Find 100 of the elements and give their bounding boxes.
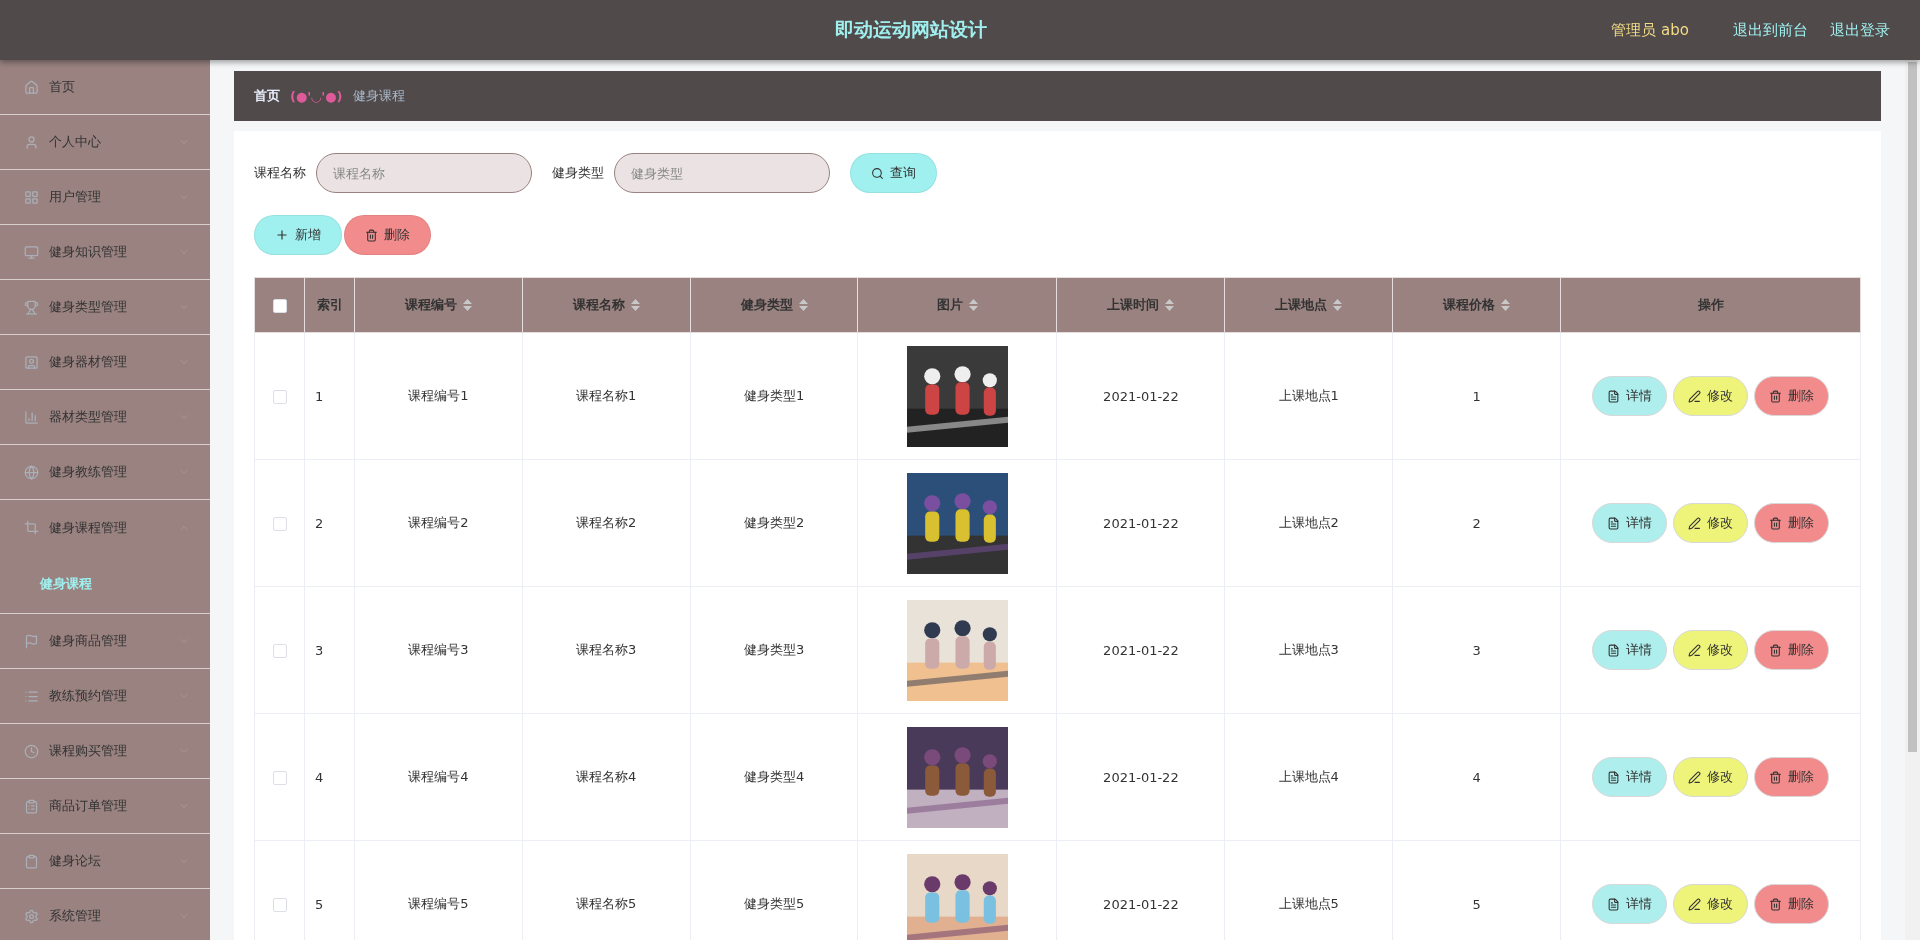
table-cell: 2021-01-22 (1103, 515, 1179, 531)
row-checkbox[interactable] (272, 389, 287, 404)
trash-icon (365, 228, 378, 242)
pen-icon (1688, 770, 1701, 784)
delete-button[interactable]: 删除 (1754, 884, 1829, 924)
sidebar-item[interactable]: 健身课程管理 (0, 500, 210, 555)
table-cell: 上课地点2 (1278, 515, 1339, 530)
sort-icon[interactable] (1165, 299, 1175, 311)
sidebar-item[interactable]: 用户管理 (0, 170, 210, 225)
column-header: 索引 (316, 296, 343, 314)
column-header[interactable]: 健身类型 (740, 296, 808, 314)
sidebar-item[interactable]: 首页 (0, 60, 210, 115)
edit-button[interactable]: 修改 (1673, 376, 1748, 416)
sidebar-item[interactable]: 个人中心 (0, 115, 210, 170)
user-card-icon (24, 354, 39, 370)
sidebar-item[interactable]: 健身器材管理 (0, 335, 210, 390)
table-cell: 3 (1472, 642, 1481, 658)
flag-icon (24, 633, 39, 649)
sidebar-item[interactable]: 健身商品管理 (0, 614, 210, 669)
table-cell: 2021-01-22 (1103, 642, 1179, 658)
table-cell: 课程名称2 (576, 515, 637, 530)
table-cell: 1 (1472, 388, 1481, 404)
delete-button[interactable]: 删除 (344, 215, 431, 255)
pen-icon (1688, 516, 1701, 530)
delete-button[interactable]: 删除 (1754, 503, 1829, 543)
table-cell: 2 (315, 515, 324, 531)
column-header: 操作 (1697, 296, 1724, 314)
delete-button[interactable]: 删除 (1754, 630, 1829, 670)
delete-button[interactable]: 删除 (1754, 376, 1829, 416)
details-button[interactable]: 详情 (1592, 630, 1667, 670)
monitor-icon (24, 244, 39, 260)
column-header[interactable]: 课程价格 (1443, 296, 1511, 314)
field-label: 健身类型 (552, 164, 604, 182)
header-link[interactable]: 退出登录 (1830, 20, 1890, 40)
row-checkbox[interactable] (272, 897, 287, 912)
trash-icon (1769, 516, 1782, 530)
table-cell: 3 (315, 642, 324, 658)
header-link[interactable]: 退出到前台 (1733, 20, 1808, 40)
document-icon (1607, 897, 1620, 911)
clipboard-icon (24, 853, 39, 869)
row-checkbox[interactable] (272, 770, 287, 785)
table-cell: 健身类型4 (743, 769, 805, 784)
breadcrumb-separator: (●'◡'●) (290, 88, 343, 104)
column-header[interactable]: 课程名称 (572, 296, 640, 314)
sort-icon[interactable] (969, 299, 978, 311)
details-button[interactable]: 详情 (1592, 757, 1667, 797)
sidebar-item[interactable]: 商品订单管理 (0, 779, 210, 834)
sort-icon[interactable] (462, 299, 472, 311)
table-cell: 课程名称5 (576, 896, 637, 911)
sidebar-item[interactable]: 健身类型管理 (0, 280, 210, 335)
trash-icon (1769, 389, 1782, 403)
sidebar-item[interactable]: 健身知识管理 (0, 225, 210, 280)
edit-button[interactable]: 修改 (1673, 630, 1748, 670)
add-button[interactable]: 新增 (254, 215, 342, 255)
scrollbar-thumb[interactable] (1908, 62, 1917, 752)
table-cell: 上课地点5 (1278, 896, 1339, 911)
column-header[interactable]: 课程编号 (404, 296, 472, 314)
table-cell: 4 (315, 769, 324, 785)
table-cell: 上课地点3 (1278, 642, 1339, 657)
trophy-icon (24, 299, 39, 315)
table-cell: 2021-01-22 (1103, 388, 1179, 404)
row-checkbox[interactable] (272, 643, 287, 658)
details-button[interactable]: 详情 (1592, 376, 1667, 416)
sidebar-item[interactable]: 教练预约管理 (0, 669, 210, 724)
table-cell: 健身类型2 (743, 515, 805, 530)
sidebar-item[interactable]: 器材类型管理 (0, 390, 210, 445)
scrollbar[interactable] (1905, 60, 1920, 940)
sidebar-subitem[interactable]: 健身课程 (0, 555, 210, 613)
breadcrumb-home[interactable]: 首页 (254, 87, 280, 105)
column-header[interactable]: 图片 (937, 296, 978, 314)
trash-icon (1769, 770, 1782, 784)
details-button[interactable]: 详情 (1592, 884, 1667, 924)
table-cell: 课程编号2 (408, 515, 469, 530)
edit-button[interactable]: 修改 (1673, 757, 1748, 797)
sidebar-item[interactable]: 课程购买管理 (0, 724, 210, 779)
table-cell: 5 (315, 896, 324, 912)
clipboard-list-icon (24, 798, 39, 814)
sort-icon[interactable] (798, 299, 808, 311)
sidebar-item[interactable]: 健身论坛 (0, 834, 210, 889)
sort-icon[interactable] (1501, 299, 1511, 311)
sort-icon[interactable] (1333, 299, 1343, 311)
sort-icon[interactable] (630, 299, 640, 311)
bar-chart-icon (24, 409, 39, 425)
delete-button[interactable]: 删除 (1754, 757, 1829, 797)
row-checkbox[interactable] (272, 516, 287, 531)
document-icon (1607, 643, 1620, 657)
home-icon (24, 79, 39, 95)
sidebar-item[interactable]: 系统管理 (0, 889, 210, 940)
trash-icon (1769, 897, 1782, 911)
search-button[interactable]: 查询 (850, 153, 937, 193)
edit-button[interactable]: 修改 (1673, 503, 1748, 543)
search-field[interactable]: 健身类型 (614, 153, 830, 193)
search-field[interactable]: 课程名称 (316, 153, 532, 193)
select-all-checkbox[interactable] (272, 298, 287, 313)
table-cell: 课程编号4 (408, 769, 469, 784)
column-header[interactable]: 上课时间 (1107, 296, 1175, 314)
column-header[interactable]: 上课地点 (1275, 296, 1343, 314)
edit-button[interactable]: 修改 (1673, 884, 1748, 924)
details-button[interactable]: 详情 (1592, 503, 1667, 543)
sidebar-item[interactable]: 健身教练管理 (0, 445, 210, 500)
